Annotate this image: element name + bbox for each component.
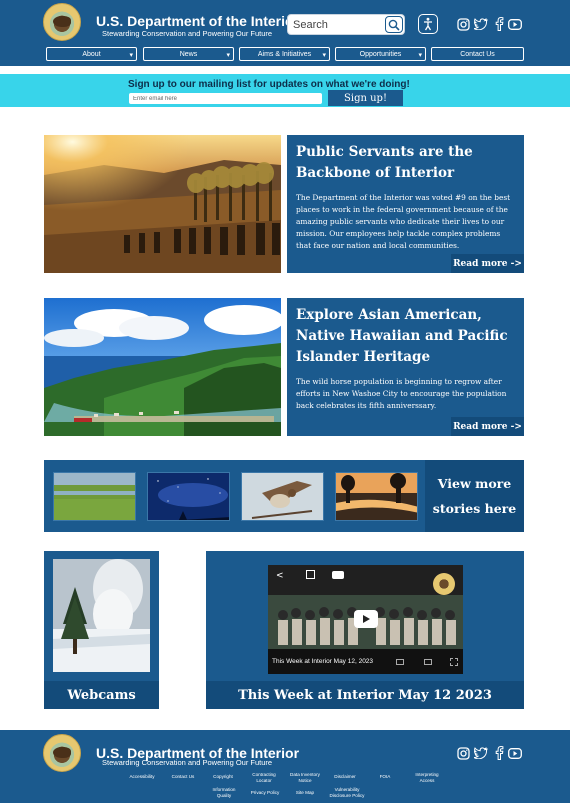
story-thumbnail-hawk[interactable] (241, 472, 324, 521)
nav-news[interactable]: News ▾ (143, 47, 234, 61)
search-box (287, 14, 405, 35)
view-more-stories-button[interactable]: View more stories here (425, 460, 524, 532)
footer-link-interpreting-access[interactable]: Interpreting Access (410, 772, 444, 783)
search-icon (388, 19, 400, 31)
signup-button[interactable]: Sign up! (328, 90, 403, 106)
twitter-icon[interactable] (474, 17, 488, 31)
share-icon[interactable]: < (276, 571, 284, 581)
feature-card: Public Servants are the Backbone of Inte… (44, 135, 524, 273)
site-footer: U.S. Department of the Interior Stewardi… (0, 730, 570, 803)
search-input[interactable] (293, 17, 383, 33)
play-icon[interactable] (354, 610, 378, 628)
miniplayer-icon[interactable] (424, 659, 432, 665)
site-title[interactable]: U.S. Department of the Interior (96, 13, 299, 29)
nav-label: Contact Us (460, 50, 495, 58)
video-title[interactable]: This Week at Interior May 12 2023 (206, 681, 524, 709)
story-thumbnail-night-sky[interactable] (147, 472, 230, 521)
footer-link-accessibility[interactable]: Accessibility (125, 774, 159, 780)
youtube-icon[interactable] (508, 746, 522, 760)
story-thumbnail-wetland[interactable] (53, 472, 136, 521)
footer-link-copyright[interactable]: Copyright (208, 774, 238, 780)
email-field[interactable] (129, 93, 322, 104)
feature-body: The Department of the Interior was voted… (296, 193, 511, 250)
nav-about[interactable]: About ▾ (46, 47, 137, 61)
footer-tagline: Stewarding Conservation and Powering Our… (102, 758, 273, 767)
feature-card: Explore Asian American, Native Hawaiian … (44, 298, 524, 436)
main-nav: About ▾ News ▾ Aims & Initiatives ▾ Oppo… (46, 47, 524, 61)
nav-contact-us[interactable]: Contact Us (431, 47, 524, 61)
mailing-list-banner: Sign up to our mailing list for updates … (0, 74, 570, 107)
read-more-button[interactable]: Read more -> (451, 417, 524, 436)
youtube-icon[interactable] (332, 571, 344, 579)
footer-link-information-quality[interactable]: Information Quality (207, 787, 241, 798)
channel-logo[interactable] (433, 573, 455, 595)
geyser-webcam-image[interactable] (53, 559, 150, 672)
nav-label: News (179, 50, 198, 58)
footer-link-contracting-locator[interactable]: Contracting Locator (247, 772, 281, 783)
accessibility-button[interactable] (418, 14, 438, 34)
nav-aims-initiatives[interactable]: Aims & Initiatives ▾ (239, 47, 330, 61)
story-thumbnail-sunset-river[interactable] (335, 472, 418, 521)
footer-link-site-map[interactable]: Site Map (290, 790, 320, 796)
nav-opportunities[interactable]: Opportunities ▾ (335, 47, 426, 61)
nav-label: Aims & Initiatives (257, 50, 312, 58)
feature-title[interactable]: Public Servants are the Backbone of Inte… (296, 142, 515, 184)
feature-body: The wild horse population is beginning t… (296, 377, 507, 410)
captions-icon[interactable] (396, 659, 404, 665)
wildland-firefighters-image[interactable] (44, 135, 281, 273)
chevron-down-icon: ▾ (226, 52, 230, 59)
chevron-down-icon: ▾ (322, 52, 326, 59)
doi-seal-logo[interactable] (43, 734, 81, 772)
video-player[interactable]: < This Week at Interior May 12, 2023 (268, 565, 463, 674)
read-more-button[interactable]: Read more -> (451, 254, 524, 273)
stories-strip: View more stories here (44, 460, 524, 532)
feature-panel: Public Servants are the Backbone of Inte… (287, 135, 524, 273)
accessibility-icon (424, 17, 432, 31)
download-icon[interactable] (306, 570, 315, 579)
footer-link-disclaimer[interactable]: Disclaimer (330, 774, 360, 780)
nav-label: Opportunities (359, 50, 402, 58)
fullscreen-icon[interactable] (450, 658, 458, 666)
mailing-list-text: Sign up to our mailing list for updates … (128, 79, 410, 90)
facebook-icon[interactable] (492, 17, 506, 31)
footer-link-privacy-policy[interactable]: Privacy Policy (248, 790, 282, 796)
weekly-video-card: < This Week at Interior May 12, 2023 Thi… (206, 551, 524, 709)
webcams-card[interactable]: Webcams (44, 551, 159, 709)
instagram-icon[interactable] (456, 17, 470, 31)
nav-label: About (82, 50, 101, 58)
chevron-down-icon: ▾ (418, 52, 422, 59)
chevron-down-icon: ▾ (129, 52, 133, 59)
site-tagline: Stewarding Conservation and Powering Our… (102, 29, 273, 38)
twitter-icon[interactable] (474, 746, 488, 760)
footer-link-contact-us[interactable]: Contact Us (168, 774, 198, 780)
search-button[interactable] (385, 16, 403, 33)
doi-seal-logo[interactable] (43, 3, 81, 41)
youtube-icon[interactable] (508, 17, 522, 31)
pacific-island-image[interactable] (44, 298, 281, 436)
feature-panel: Explore Asian American, Native Hawaiian … (287, 298, 524, 436)
instagram-icon[interactable] (456, 746, 470, 760)
footer-link-data-inventory[interactable]: Data Inventory Notice (287, 772, 323, 783)
video-caption: This Week at Interior May 12, 2023 (272, 658, 374, 665)
webcams-label[interactable]: Webcams (44, 681, 159, 709)
footer-link-vulnerability-disclosure[interactable]: Vulnerability Disclosure Policy (325, 787, 369, 798)
facebook-icon[interactable] (492, 746, 506, 760)
footer-link-foia[interactable]: FOIA (372, 774, 398, 780)
feature-title[interactable]: Explore Asian American, Native Hawaiian … (296, 305, 515, 368)
site-header: U.S. Department of the Interior Stewardi… (0, 0, 570, 66)
